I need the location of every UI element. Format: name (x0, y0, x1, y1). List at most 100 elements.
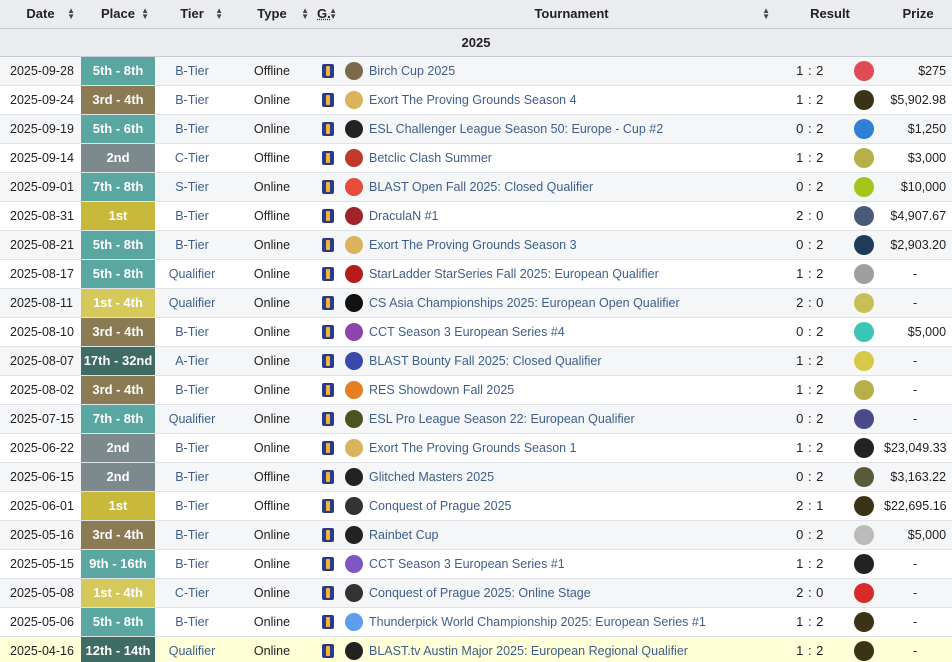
row-tournament-link[interactable]: Exort The Proving Grounds Season 1 (367, 433, 777, 463)
game-cs-icon[interactable] (315, 578, 341, 608)
row-tier[interactable]: B-Tier (155, 114, 229, 144)
tournament-logo[interactable] (341, 288, 368, 318)
opponent-team-logo[interactable] (844, 259, 885, 289)
game-cs-icon[interactable] (315, 607, 341, 637)
row-tournament-link[interactable]: Exort The Proving Grounds Season 3 (367, 230, 777, 260)
row-tournament-link[interactable]: Thunderpick World Championship 2025: Eur… (367, 607, 777, 637)
opponent-team-logo[interactable] (844, 491, 885, 521)
row-tier[interactable]: B-Tier (155, 462, 229, 492)
opponent-team-logo[interactable] (844, 56, 885, 86)
game-cs-icon[interactable] (315, 462, 341, 492)
game-cs-icon[interactable] (315, 259, 341, 289)
tournament-logo[interactable] (341, 462, 368, 492)
game-cs-icon[interactable] (315, 201, 341, 231)
row-tier[interactable]: B-Tier (155, 607, 229, 637)
tournament-logo[interactable] (341, 346, 368, 376)
game-cs-icon[interactable] (315, 230, 341, 260)
game-cs-icon[interactable] (315, 375, 341, 405)
row-tournament-link[interactable]: BLAST Bounty Fall 2025: Closed Qualifier (367, 346, 777, 376)
opponent-team-logo[interactable] (844, 520, 885, 550)
row-tournament-link[interactable]: BLAST Open Fall 2025: Closed Qualifier (367, 172, 777, 202)
row-tier[interactable]: Qualifier (155, 404, 229, 434)
row-tier[interactable]: Qualifier (155, 259, 229, 289)
game-cs-icon[interactable] (315, 317, 341, 347)
row-tier[interactable]: A-Tier (155, 346, 229, 376)
game-cs-icon[interactable] (315, 143, 341, 173)
game-cs-icon[interactable] (315, 346, 341, 376)
tournament-logo[interactable] (341, 375, 368, 405)
opponent-team-logo[interactable] (844, 549, 885, 579)
opponent-team-logo[interactable] (844, 230, 885, 260)
row-tournament-link[interactable]: RES Showdown Fall 2025 (367, 375, 777, 405)
tournament-logo[interactable] (341, 491, 368, 521)
opponent-team-logo[interactable] (844, 346, 885, 376)
row-tournament-link[interactable]: Exort The Proving Grounds Season 4 (367, 85, 777, 115)
game-cs-icon[interactable] (315, 85, 341, 115)
opponent-team-logo[interactable] (844, 578, 885, 608)
row-tournament-link[interactable]: DraculaN #1 (367, 201, 777, 231)
row-tier[interactable]: B-Tier (155, 491, 229, 521)
tournament-logo[interactable] (341, 172, 368, 202)
row-tier[interactable]: B-Tier (155, 85, 229, 115)
opponent-team-logo[interactable] (844, 85, 885, 115)
game-cs-icon[interactable] (315, 56, 341, 86)
row-tournament-link[interactable]: StarLadder StarSeries Fall 2025: Europea… (367, 259, 777, 289)
row-tournament-link[interactable]: Conquest of Prague 2025 (367, 491, 777, 521)
game-cs-icon[interactable] (315, 433, 341, 463)
tournament-logo[interactable] (341, 607, 368, 637)
row-tournament-link[interactable]: BLAST.tv Austin Major 2025: European Reg… (367, 636, 777, 662)
game-cs-icon[interactable] (315, 288, 341, 318)
row-tournament-link[interactable]: ESL Challenger League Season 50: Europe … (367, 114, 777, 144)
game-cs-icon[interactable] (315, 404, 341, 434)
tournament-logo[interactable] (341, 317, 368, 347)
tournament-logo[interactable] (341, 114, 368, 144)
row-tier[interactable]: C-Tier (155, 578, 229, 608)
opponent-team-logo[interactable] (844, 172, 885, 202)
opponent-team-logo[interactable] (844, 404, 885, 434)
col-prize[interactable]: Prize (884, 0, 952, 29)
tournament-logo[interactable] (341, 85, 368, 115)
tournament-logo[interactable] (341, 549, 368, 579)
row-tier[interactable]: B-Tier (155, 549, 229, 579)
game-cs-icon[interactable] (315, 549, 341, 579)
opponent-team-logo[interactable] (844, 201, 885, 231)
opponent-team-logo[interactable] (844, 114, 885, 144)
row-tier[interactable]: B-Tier (155, 201, 229, 231)
opponent-team-logo[interactable] (844, 636, 885, 662)
col-type[interactable]: Type ▲ ▼ (229, 0, 315, 29)
tournament-logo[interactable] (341, 636, 368, 662)
row-tournament-link[interactable]: Birch Cup 2025 (367, 56, 777, 86)
game-cs-icon[interactable] (315, 114, 341, 144)
tournament-logo[interactable] (341, 578, 368, 608)
row-tournament-link[interactable]: CCT Season 3 European Series #4 (367, 317, 777, 347)
game-cs-icon[interactable] (315, 172, 341, 202)
tournament-logo[interactable] (341, 56, 368, 86)
tournament-logo[interactable] (341, 433, 368, 463)
game-cs-icon[interactable] (315, 520, 341, 550)
opponent-team-logo[interactable] (844, 462, 885, 492)
row-tier[interactable]: B-Tier (155, 56, 229, 86)
tournament-logo[interactable] (341, 520, 368, 550)
opponent-team-logo[interactable] (844, 288, 885, 318)
row-tier[interactable]: B-Tier (155, 317, 229, 347)
row-tier[interactable]: B-Tier (155, 375, 229, 405)
row-tier[interactable]: Qualifier (155, 288, 229, 318)
row-tier[interactable]: B-Tier (155, 433, 229, 463)
opponent-team-logo[interactable] (844, 433, 885, 463)
tournament-logo[interactable] (341, 143, 368, 173)
opponent-team-logo[interactable] (844, 143, 885, 173)
game-cs-icon[interactable] (315, 636, 341, 662)
game-cs-icon[interactable] (315, 491, 341, 521)
row-tournament-link[interactable]: Betclic Clash Summer (367, 143, 777, 173)
opponent-team-logo[interactable] (844, 607, 885, 637)
col-tier[interactable]: Tier ▲ ▼ (155, 0, 229, 29)
row-tier[interactable]: C-Tier (155, 143, 229, 173)
col-result[interactable]: Result (776, 0, 885, 29)
row-tournament-link[interactable]: Glitched Masters 2025 (367, 462, 777, 492)
opponent-team-logo[interactable] (844, 317, 885, 347)
opponent-team-logo[interactable] (844, 375, 885, 405)
col-place[interactable]: Place ▲ ▼ (81, 0, 155, 29)
row-tier[interactable]: B-Tier (155, 520, 229, 550)
row-tournament-link[interactable]: CCT Season 3 European Series #1 (367, 549, 777, 579)
col-tournament[interactable]: Tournament ▲ ▼ (367, 0, 777, 29)
